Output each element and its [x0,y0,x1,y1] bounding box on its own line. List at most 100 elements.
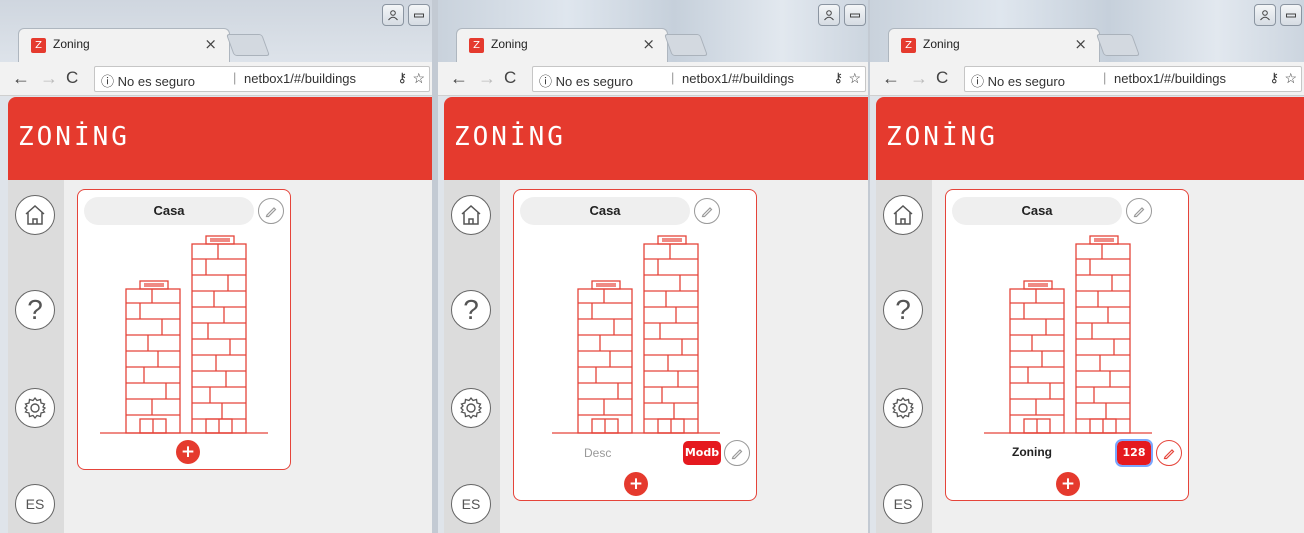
app-logo: ZONİNG [454,122,566,152]
favicon-icon: Z [901,38,916,53]
main-content: ? ES Casa [8,180,432,533]
url-text[interactable]: netbox1/#/buildings [682,71,794,86]
language-button[interactable]: ES [883,484,923,524]
building-name: Casa [520,197,690,225]
forward-icon[interactable]: → [40,68,58,89]
window-titlebar: Z Zoning × [0,0,432,62]
address-separator: | [1103,70,1107,85]
browser-tab[interactable]: Z Zoning × [888,28,1100,62]
language-button[interactable]: ES [15,484,55,524]
back-icon[interactable]: ← [882,68,900,89]
browser-tab[interactable]: Z Zoning × [18,28,230,62]
url-text[interactable]: netbox1/#/buildings [244,71,356,86]
security-indicator[interactable]: ⓘ No es seguro [101,71,195,90]
address-bar[interactable]: ⓘ No es seguro | netbox1/#/buildings ⚷ ☆ [94,66,430,92]
add-button[interactable]: + [176,440,200,464]
browser-window-2: Z Zoning × ← → C ⓘ No es seguro | netbox… [438,0,868,533]
building-card[interactable]: Casa [945,189,1189,501]
minimize-icon[interactable] [408,4,430,26]
key-icon[interactable]: ⚷ [833,70,843,86]
minimize-icon[interactable] [844,4,866,26]
new-tab-button[interactable] [225,34,271,56]
tab-close-icon[interactable]: × [1074,35,1087,53]
add-button[interactable]: + [624,472,648,496]
pencil-icon[interactable] [724,440,750,466]
building-illustration [100,235,268,434]
main-content: ? ES Casa [876,180,1304,533]
language-button[interactable]: ES [451,484,491,524]
app-logo: ZONİNG [18,122,130,152]
forward-icon[interactable]: → [910,68,928,89]
reload-icon[interactable]: C [936,68,948,88]
key-icon[interactable]: ⚷ [1269,70,1279,86]
star-icon[interactable]: ☆ [848,70,861,87]
browser-toolbar: ← → C ⓘ No es seguro | netbox1/#/buildin… [870,62,1304,96]
pencil-icon[interactable] [258,198,284,224]
home-icon[interactable] [15,195,55,235]
home-icon[interactable] [883,195,923,235]
sidebar: ? ES [444,180,500,533]
gear-icon[interactable] [15,388,55,428]
window-buttons [818,4,866,26]
screenshot-triptych: Z Zoning × ← → C ⓘ No es seguro | netbox… [0,0,1304,533]
tab-title: Zoning [491,37,528,51]
browser-window-1: Z Zoning × ← → C ⓘ No es seguro | netbox… [0,0,432,533]
sidebar: ? ES [876,180,932,533]
new-tab-button[interactable] [1095,34,1141,56]
modbus-badge[interactable]: Modb [683,441,721,465]
building-name: Casa [84,197,254,225]
help-button[interactable]: ? [15,290,55,330]
gear-icon[interactable] [451,388,491,428]
description-input[interactable]: Desc [584,446,611,460]
app-header: ZONİNG [876,97,1304,180]
help-button[interactable]: ? [451,290,491,330]
help-button[interactable]: ? [883,290,923,330]
favicon-icon: Z [469,38,484,53]
app-logo: ZONİNG [886,122,998,152]
pencil-icon[interactable] [694,198,720,224]
address-bar[interactable]: ⓘ No es seguro | netbox1/#/buildings ⚷ ☆ [964,66,1302,92]
security-indicator[interactable]: ⓘ No es seguro [971,71,1065,90]
building-card[interactable]: Casa [77,189,291,470]
sidebar: ? ES [8,180,64,533]
new-tab-button[interactable] [663,34,709,56]
app-header: ZONİNG [8,97,432,180]
tab-close-icon[interactable]: × [204,35,217,53]
url-text[interactable]: netbox1/#/buildings [1114,71,1226,86]
user-icon[interactable] [1254,4,1276,26]
building-illustration [984,235,1152,434]
tab-title: Zoning [923,37,960,51]
favicon-icon: Z [31,38,46,53]
key-icon[interactable]: ⚷ [397,70,407,86]
star-icon[interactable]: ☆ [1284,70,1297,87]
add-button[interactable]: + [1056,472,1080,496]
building-card[interactable]: Casa [513,189,757,501]
window-titlebar: Z Zoning × [870,0,1304,62]
gear-icon[interactable] [883,388,923,428]
tab-close-icon[interactable]: × [642,35,655,53]
address-bar[interactable]: ⓘ No es seguro | netbox1/#/buildings ⚷ ☆ [532,66,866,92]
window-titlebar: Z Zoning × [438,0,868,62]
browser-tab[interactable]: Z Zoning × [456,28,668,62]
security-indicator[interactable]: ⓘ No es seguro [539,71,633,90]
modbus-badge[interactable]: 128 [1115,439,1153,467]
app-header: ZONİNG [444,97,868,180]
reload-icon[interactable]: C [66,68,78,88]
user-icon[interactable] [382,4,404,26]
back-icon[interactable]: ← [450,68,468,89]
forward-icon[interactable]: → [478,68,496,89]
reload-icon[interactable]: C [504,68,516,88]
address-separator: | [233,70,237,85]
browser-toolbar: ← → C ⓘ No es seguro | netbox1/#/buildin… [0,62,432,96]
window-buttons [1254,4,1302,26]
browser-toolbar: ← → C ⓘ No es seguro | netbox1/#/buildin… [438,62,868,96]
building-name: Casa [952,197,1122,225]
pencil-icon[interactable] [1126,198,1152,224]
star-icon[interactable]: ☆ [412,70,425,87]
minimize-icon[interactable] [1280,4,1302,26]
pencil-icon[interactable] [1156,440,1182,466]
home-icon[interactable] [451,195,491,235]
description-input[interactable]: Zoning [1012,445,1052,459]
back-icon[interactable]: ← [12,68,30,89]
user-icon[interactable] [818,4,840,26]
